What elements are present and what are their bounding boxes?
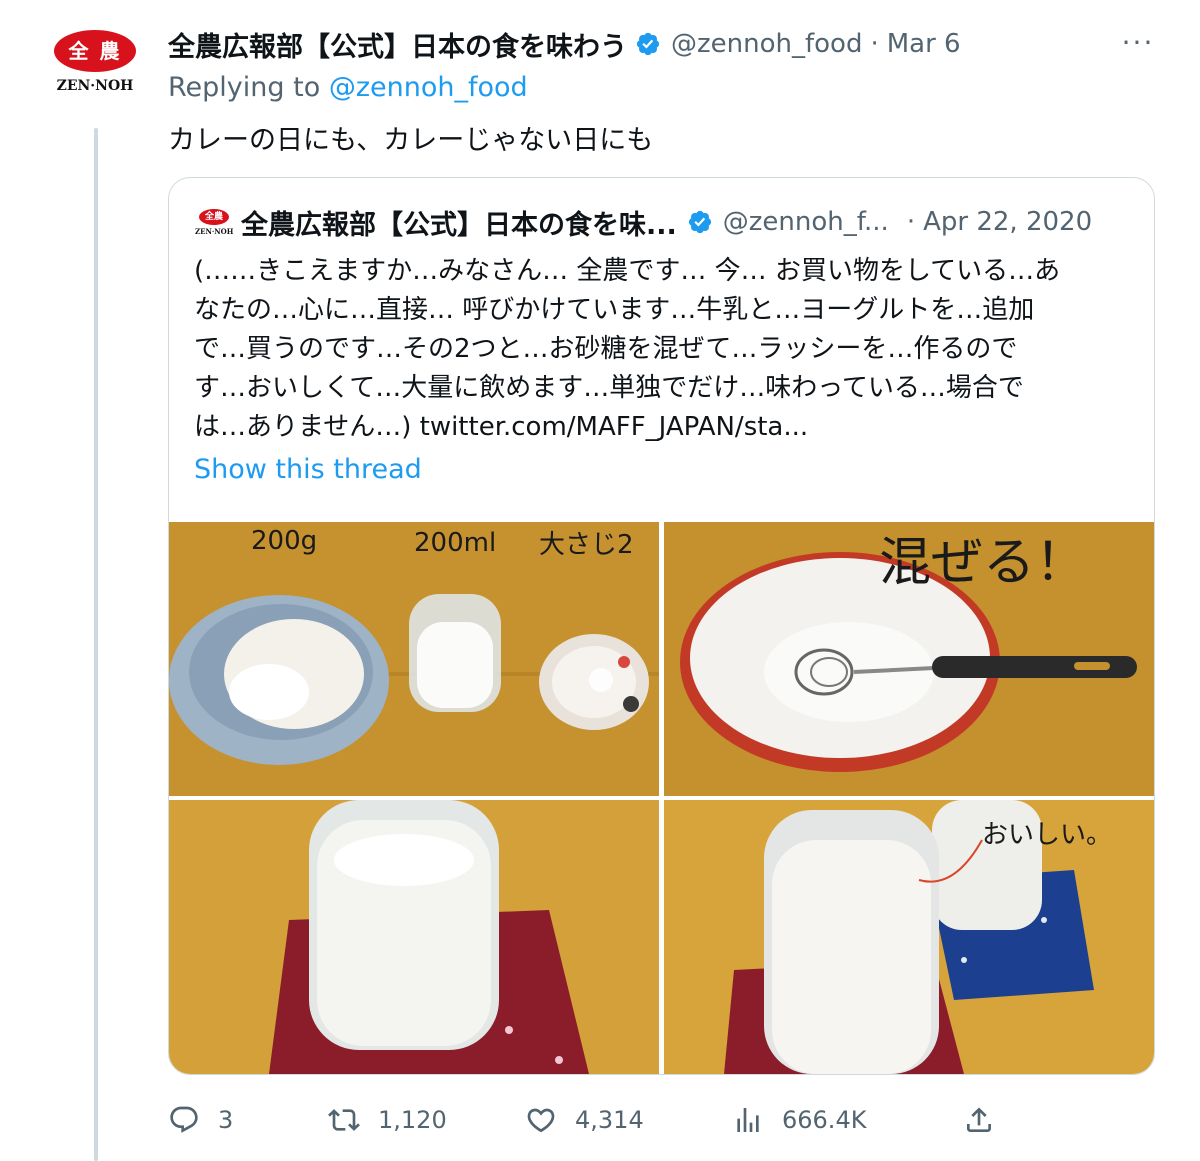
ingredients-photo[interactable]: 200g 200ml 大さじ2 (169, 522, 659, 796)
image-label: 大さじ2 (539, 530, 634, 560)
author-display-name[interactable]: 全農広報部【公式】日本の食を味わう (168, 25, 627, 64)
separator-dot: · (870, 29, 879, 59)
tweet-actions: 3 1,120 4,314 666.4K (168, 1096, 1168, 1144)
image-label: 混ぜる！ (879, 533, 1088, 593)
more-options-icon[interactable]: ··· (1118, 28, 1158, 58)
tweet-text: カレーの日にも、カレーじゃない日にも (168, 125, 654, 156)
reply-count: 3 (218, 1106, 234, 1134)
quoted-author-handle: @zennoh_f... (722, 207, 889, 237)
avatar-logo-mark: 全 農 (68, 39, 122, 63)
quoted-text-line: (……きこえますか…みなさん… 全農です… 今… お買い物をしている…あ (194, 256, 1061, 286)
share-button[interactable] (963, 1096, 1013, 1144)
views-count: 666.4K (782, 1106, 867, 1134)
quoted-text-line: で…買うのです…その2つと…お砂糖を混ぜて…ラッシーを…作るので (194, 334, 1018, 364)
avatar-brand-text: ZEN·NOH (56, 78, 134, 94)
retweet-button[interactable]: 1,120 (328, 1096, 447, 1144)
show-thread-link[interactable]: Show this thread (194, 454, 422, 485)
share-icon (967, 1107, 991, 1132)
replying-mention-link[interactable]: @zennoh_food (329, 72, 528, 103)
lassi-glass-photo[interactable] (169, 800, 659, 1074)
image-label: おいしい。 (982, 820, 1113, 850)
mixing-photo[interactable]: 混ぜる！ (664, 522, 1154, 796)
quoted-avatar-brand-text: ZEN·NOH (195, 227, 234, 236)
author-avatar[interactable]: 全 農 ZEN·NOH (50, 20, 140, 110)
heart-icon (527, 1108, 555, 1133)
thread-connector-line (94, 128, 98, 1161)
quoted-avatar-logo-mark: 全農 (204, 212, 223, 222)
replying-to: Replying to @zennoh_food (168, 72, 528, 103)
reply-icon (170, 1106, 198, 1133)
replying-prefix: Replying to (168, 72, 321, 103)
quoted-text-line: す…おいしくて…大量に飲めます…単独でだけ…味わっている…場合で (194, 373, 1024, 403)
analytics-icon (737, 1108, 759, 1132)
quoted-tweet-header: 全農 ZEN·NOH 全農広報部【公式】日本の食を味... @zennoh_f.… (195, 200, 1137, 244)
tweet-header: 全農広報部【公式】日本の食を味わう @zennoh_food · Mar 6 (168, 22, 1168, 66)
quoted-author-display-name: 全農広報部【公式】日本の食を味... (241, 209, 677, 241)
retweet-count: 1,120 (378, 1106, 447, 1134)
quoted-tweet-text: (……きこえますか…みなさん… 全農です… 今… お買い物をしている…あ なたの… (194, 252, 1134, 447)
quoted-tweet-card[interactable]: 全農 ZEN·NOH 全農広報部【公式】日本の食を味... @zennoh_f.… (168, 177, 1155, 1075)
reply-button[interactable]: 3 (168, 1096, 233, 1144)
like-button[interactable]: 4,314 (525, 1096, 644, 1144)
quoted-text-line: なたの…心に…直接… 呼びかけています…牛乳と…ヨーグルトを…追加 (194, 295, 1035, 325)
quoted-text-line: は…ありません…) twitter.com/MAFF_JAPAN/sta... (194, 412, 809, 442)
quoted-author-avatar: 全農 ZEN·NOH (195, 205, 234, 239)
finished-lassi-photo[interactable]: おいしい。 (664, 800, 1154, 1074)
image-label: 200ml (414, 528, 497, 558)
image-label: 200g (251, 526, 318, 556)
verified-badge-icon (688, 210, 711, 234)
separator-dot: · (906, 207, 916, 237)
author-handle[interactable]: @zennoh_food (671, 29, 862, 59)
retweet-icon (328, 1109, 360, 1131)
views-button[interactable]: 666.4K (732, 1096, 866, 1144)
image-grid: 200g 200ml 大さじ2 混ぜる！ おいしい。 (169, 522, 1154, 1074)
quoted-tweet-date: Apr 22, 2020 (923, 207, 1093, 237)
like-count: 4,314 (575, 1106, 644, 1134)
tweet-date[interactable]: Mar 6 (887, 29, 961, 59)
verified-badge-icon (636, 32, 660, 56)
